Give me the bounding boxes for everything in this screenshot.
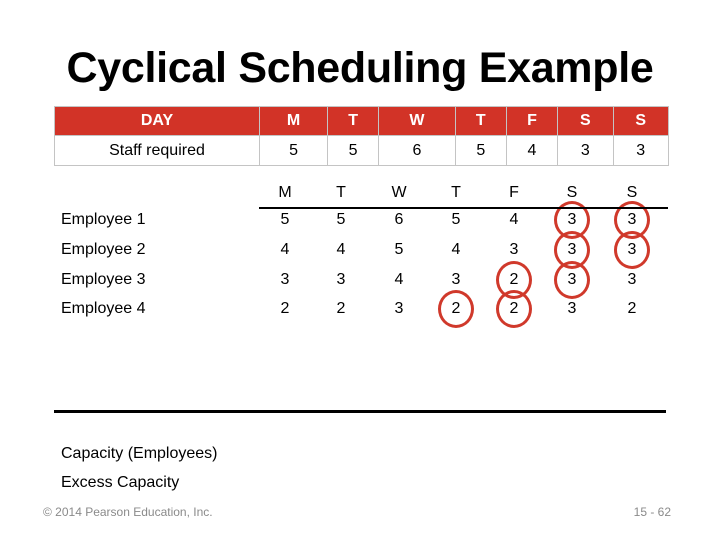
slide-title: Cyclical Scheduling Example [66, 44, 654, 92]
excess-capacity-label: Excess Capacity [61, 474, 180, 491]
staff-value: 5 [327, 135, 380, 166]
schedule-day-header: T [451, 184, 461, 201]
employee-day-value: 3 [336, 271, 346, 288]
employee-day-value: 4 [394, 271, 404, 288]
capacity-divider-line [54, 410, 666, 413]
employee-day-value: 2 [627, 300, 637, 317]
employee-day-value: 5 [336, 211, 346, 228]
employee-day-value: 5 [394, 241, 404, 258]
employee-day-value: 2 [280, 300, 290, 317]
employee-label: Employee 4 [61, 300, 146, 317]
schedule-day-header: F [509, 184, 519, 201]
day-off-circle [554, 261, 590, 299]
employee-day-value: 6 [394, 211, 404, 228]
schedule-day-header: W [391, 184, 407, 201]
schedule-day-header: T [336, 184, 346, 201]
employee-label: Employee 2 [61, 241, 146, 258]
staff-value: 5 [454, 135, 507, 166]
header-day: F [505, 106, 559, 136]
day-off-circle [496, 290, 532, 328]
employee-day-value: 3 [280, 271, 290, 288]
day-off-circle [438, 290, 474, 328]
staff-value: 4 [505, 135, 559, 166]
capacity-label: Capacity (Employees) [61, 445, 218, 462]
staff-value: 5 [258, 135, 329, 166]
employee-day-value: 4 [336, 241, 346, 258]
row-label: Staff required [54, 135, 260, 166]
header-day-label: DAY [54, 106, 260, 136]
page-number: 15 - 62 [633, 505, 671, 519]
header-day: T [327, 106, 380, 136]
header-day: S [612, 106, 670, 136]
copyright: © 2014 Pearson Education, Inc. [43, 505, 213, 519]
employee-label: Employee 1 [61, 211, 146, 228]
header-day: M [258, 106, 329, 136]
header-day: T [454, 106, 507, 136]
employee-day-value: 4 [451, 241, 461, 258]
staff-value: 6 [378, 135, 456, 166]
schedule-day-header: S [566, 184, 578, 201]
employee-day-value: 5 [451, 211, 461, 228]
staff-requirements-table: DAY M T W T F S S Staff required 5 5 6 5… [54, 106, 670, 166]
table-header-row: DAY M T W T F S S [54, 106, 670, 136]
employee-day-value: 2 [336, 300, 346, 317]
employee-day-value: 3 [567, 300, 577, 317]
schedule-day-header: M [278, 184, 292, 201]
header-underline [259, 207, 668, 209]
employee-day-value: 3 [509, 241, 519, 258]
schedule-day-header: S [626, 184, 638, 201]
employee-day-value: 5 [280, 211, 290, 228]
header-day: W [378, 106, 456, 136]
header-day: S [557, 106, 614, 136]
staff-value: 3 [612, 135, 670, 166]
staff-value: 3 [557, 135, 614, 166]
employee-day-value: 3 [627, 271, 637, 288]
employee-day-value: 3 [394, 300, 404, 317]
employee-day-value: 4 [280, 241, 290, 258]
employee-day-value: 3 [451, 271, 461, 288]
day-off-circle [614, 231, 650, 269]
staff-required-row: Staff required 5 5 6 5 4 3 3 [54, 135, 670, 166]
employee-label: Employee 3 [61, 271, 146, 288]
employee-day-value: 4 [509, 211, 519, 228]
